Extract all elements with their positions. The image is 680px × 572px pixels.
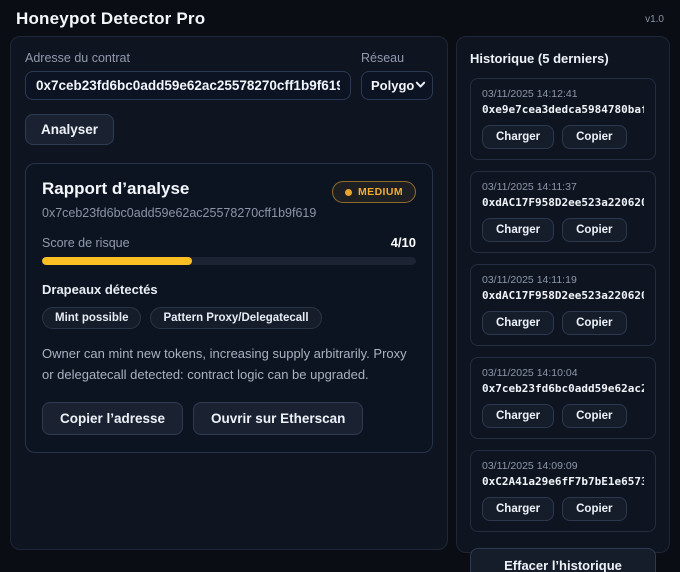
history-entry: 03/11/2025 14:09:09 0xC2A41a29e6fF7b7bE1…	[470, 450, 656, 532]
history-entry-actions: Charger Copier	[482, 125, 644, 149]
flags-section-label: Drapeaux détectés	[42, 282, 158, 297]
app-title: Honeypot Detector Pro	[16, 9, 206, 28]
network-select[interactable]: Polygon	[361, 71, 433, 100]
risk-level-badge: MEDIUM	[332, 181, 416, 203]
history-load-button[interactable]: Charger	[482, 497, 555, 521]
report-description: Owner can mint new tokens, increasing su…	[42, 346, 407, 382]
app-header: Honeypot Detector Pro v1.0	[0, 0, 680, 36]
contract-address-input[interactable]	[25, 71, 351, 100]
history-entry-timestamp: 03/11/2025 14:11:19	[482, 274, 577, 286]
main-layout: Adresse du contrat Réseau Polygon Analys…	[0, 36, 680, 572]
network-field-group: Réseau Polygon	[361, 51, 433, 100]
history-list: 03/11/2025 14:12:41 0xe9e7cea3dedca59847…	[470, 78, 656, 543]
history-entry-address: 0xdAC17F958D2ee523a2206206…	[482, 196, 644, 209]
history-entry: 03/11/2025 14:11:19 0xdAC17F958D2ee523a2…	[470, 264, 656, 346]
risk-score-progress-fill	[42, 257, 192, 265]
history-copy-button[interactable]: Copier	[562, 497, 627, 521]
history-entry-address: 0xdAC17F958D2ee523a2206206…	[482, 289, 644, 302]
history-entry-timestamp: 03/11/2025 14:10:04	[482, 367, 578, 379]
history-entry: 03/11/2025 14:10:04 0x7ceb23fd6bc0add59e…	[470, 357, 656, 439]
history-entry-timestamp: 03/11/2025 14:12:41	[482, 88, 578, 100]
risk-score-progressbar	[42, 257, 416, 265]
history-panel: Historique (5 derniers) 03/11/2025 14:12…	[456, 36, 670, 572]
history-entry-address: 0xC2A41a29e6fF7b7bE1e6573E…	[482, 475, 644, 488]
clear-history-button[interactable]: Effacer l’historique	[470, 548, 656, 572]
chevron-down-icon	[415, 77, 426, 95]
contract-form: Adresse du contrat Réseau Polygon	[25, 51, 433, 100]
report-contract-address: 0x7ceb23fd6bc0add59e62ac25578270cff1b9f6…	[42, 206, 317, 220]
network-select-value: Polygon	[371, 78, 415, 93]
copy-address-button[interactable]: Copier l’adresse	[42, 401, 184, 435]
history-copy-button[interactable]: Copier	[562, 125, 627, 149]
risk-score-value: 4/10	[390, 235, 416, 250]
network-field-label: Réseau	[361, 51, 405, 65]
history-copy-button[interactable]: Copier	[562, 218, 627, 242]
history-copy-button[interactable]: Copier	[562, 311, 627, 335]
report-title: Rapport d’analyse	[42, 179, 190, 198]
history-title: Historique (5 derniers)	[470, 51, 609, 66]
risk-dot-icon	[345, 188, 353, 196]
analysis-report-card: Rapport d’analyse MEDIUM 0x7ceb23fd6bc0a…	[25, 163, 433, 453]
address-field-label: Adresse du contrat	[25, 51, 130, 65]
flags-tags-row: Mint possible Pattern Proxy/Delegatecall	[42, 307, 416, 329]
history-load-button[interactable]: Charger	[482, 125, 555, 149]
history-load-button[interactable]: Charger	[482, 404, 555, 428]
history-entry-actions: Charger Copier	[482, 497, 644, 521]
history-copy-button[interactable]: Copier	[562, 404, 627, 428]
flag-tag: Mint possible	[42, 307, 142, 329]
risk-level-label: MEDIUM	[358, 186, 403, 198]
report-header: Rapport d’analyse MEDIUM	[42, 179, 416, 203]
history-entry-actions: Charger Copier	[482, 218, 644, 242]
analyze-button[interactable]: Analyser	[25, 114, 115, 145]
address-field-group: Adresse du contrat	[25, 51, 351, 100]
history-load-button[interactable]: Charger	[482, 218, 555, 242]
risk-score-label: Score de risque	[42, 236, 130, 250]
flag-tag: Pattern Proxy/Delegatecall	[150, 307, 322, 329]
history-load-button[interactable]: Charger	[482, 311, 555, 335]
history-entry-actions: Charger Copier	[482, 311, 644, 335]
open-etherscan-button[interactable]: Ouvrir sur Etherscan	[193, 401, 364, 435]
analysis-panel: Adresse du contrat Réseau Polygon Analys…	[10, 36, 448, 550]
history-entry: 03/11/2025 14:11:37 0xdAC17F958D2ee523a2…	[470, 171, 656, 253]
history-entry-address: 0xe9e7cea3dedca5984780bafc…	[482, 103, 644, 116]
history-entry-timestamp: 03/11/2025 14:09:09	[482, 460, 578, 472]
app-version: v1.0	[645, 13, 664, 25]
history-entry-actions: Charger Copier	[482, 404, 644, 428]
history-entry-timestamp: 03/11/2025 14:11:37	[482, 181, 577, 193]
report-actions: Copier l’adresse Ouvrir sur Etherscan	[42, 401, 416, 435]
history-entry: 03/11/2025 14:12:41 0xe9e7cea3dedca59847…	[470, 78, 656, 160]
risk-score-row: Score de risque 4/10	[42, 235, 416, 250]
history-entry-address: 0x7ceb23fd6bc0add59e62ac25…	[482, 382, 644, 395]
